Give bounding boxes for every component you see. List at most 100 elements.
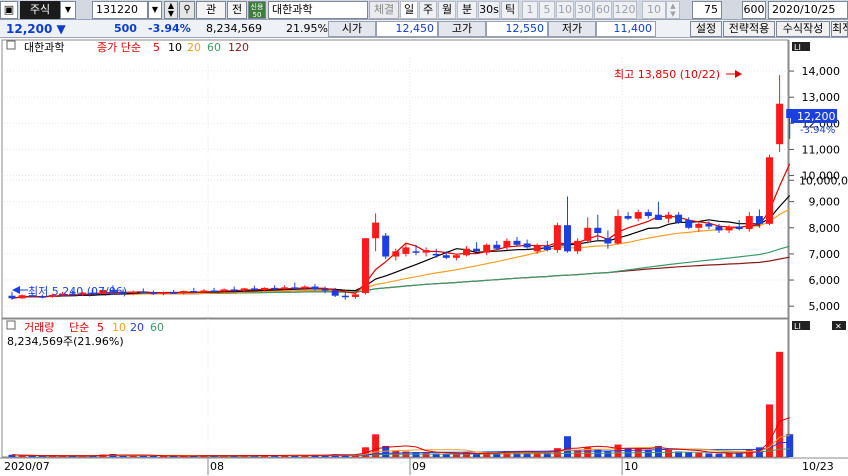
- custom-minute-input[interactable]: 10: [642, 1, 666, 19]
- x-tick-label: 2020/07: [4, 460, 50, 473]
- candle-body: [553, 225, 561, 250]
- candle-body: [351, 294, 359, 298]
- candle-body: [584, 227, 592, 241]
- candle-body: [180, 291, 188, 294]
- minute-30[interactable]: 30: [575, 1, 593, 19]
- price-tick-label: 8,000: [809, 222, 841, 235]
- legend-ma120: 120: [228, 41, 249, 54]
- price-tick-label: 13,000: [802, 91, 841, 104]
- price-tick-label: 9,000: [809, 196, 841, 209]
- candle-body: [341, 295, 349, 298]
- settings-button[interactable]: 설정: [690, 21, 722, 37]
- candle-body: [685, 219, 693, 228]
- candle-body: [503, 240, 511, 248]
- candle-body: [301, 286, 309, 289]
- period-tick[interactable]: 틱: [501, 1, 519, 19]
- turnover-rate: 21.95%: [286, 22, 328, 35]
- candle-body: [735, 226, 743, 230]
- chegyeol-button[interactable]: 체결: [369, 1, 399, 19]
- price-tick-label: 7,000: [809, 248, 841, 261]
- minute-stepper-icon[interactable]: ▲ ▼: [666, 1, 680, 19]
- svg-text:LI: LI: [794, 322, 801, 331]
- minute-10[interactable]: 10: [556, 1, 574, 19]
- high-label: 고가: [438, 21, 486, 37]
- candle-body: [372, 222, 380, 239]
- candle-body: [452, 255, 460, 258]
- search-icon[interactable]: ⚲: [179, 1, 195, 19]
- minute-60[interactable]: 60: [594, 1, 612, 19]
- price-tick-label: 14,000: [802, 65, 841, 78]
- minute-1[interactable]: 1: [522, 1, 538, 19]
- period-30s[interactable]: 30s: [478, 1, 500, 19]
- candle-body: [675, 214, 683, 223]
- panel-menu-icon[interactable]: LI: [792, 42, 810, 52]
- period-day[interactable]: 일: [400, 1, 418, 19]
- code-dropdown-icon[interactable]: ▼: [148, 1, 162, 19]
- price-tick-label: 11,000: [802, 143, 841, 156]
- candle-body: [766, 157, 773, 224]
- candle-body: [321, 289, 329, 291]
- volume-bar: [38, 456, 46, 457]
- volume-bar: [705, 453, 713, 457]
- price-info-bar: 12,200 ▼ 500 -3.94% 8,234,569 21.95% 시가 …: [0, 20, 848, 38]
- chevron-down-icon[interactable]: ▼: [60, 1, 76, 19]
- period-week[interactable]: 주: [419, 1, 437, 19]
- candle-body: [311, 286, 319, 290]
- legend-box-icon: [6, 40, 16, 50]
- current-price-tag-pct: -3.94%: [800, 125, 835, 136]
- x-tick-label: 10: [624, 460, 638, 473]
- volume-legend-prefix: 단순: [69, 321, 89, 334]
- candle-body: [755, 216, 763, 224]
- candle-body: [715, 226, 723, 231]
- candle-body: [473, 248, 481, 252]
- legend-stock-name: 대한과학: [24, 41, 64, 54]
- stock-code-input[interactable]: 131220: [92, 1, 148, 19]
- candle-body: [614, 216, 622, 244]
- chart-type-icon[interactable]: ▣: [0, 1, 18, 19]
- volume-bar: [766, 404, 773, 457]
- candle-body: [776, 103, 784, 145]
- price-panel: [1, 39, 789, 319]
- volume-bar: [452, 454, 460, 457]
- volume-info: 8,234,569주(21.96%): [7, 335, 124, 348]
- count-input-a[interactable]: 75: [692, 1, 722, 19]
- optimize-button[interactable]: 최적: [831, 21, 848, 37]
- high-value: 12,550: [486, 21, 548, 37]
- formula-button[interactable]: 수식작성: [776, 21, 830, 37]
- stepper-icon[interactable]: ▲ ▼: [164, 1, 178, 19]
- legend-ma60: 60: [207, 41, 221, 54]
- volume-bar: [422, 452, 430, 457]
- period-minute[interactable]: 분: [457, 1, 477, 19]
- price-legend: 대한과학 종가 단순 5 10 20 60 120: [6, 40, 249, 54]
- count-input-b[interactable]: 600: [742, 1, 766, 19]
- candle-body: [271, 287, 279, 290]
- candle-body: [230, 289, 238, 291]
- minute-5[interactable]: 5: [539, 1, 555, 19]
- strategy-button[interactable]: 전략적용: [723, 21, 775, 37]
- candle-body: [665, 214, 672, 219]
- candle-body: [129, 291, 137, 294]
- svg-text:LI: LI: [794, 43, 801, 52]
- volume-bar: [139, 455, 147, 457]
- period-month[interactable]: 월: [438, 1, 456, 19]
- market-select[interactable]: 주식: [20, 1, 60, 19]
- stock-name-field: 대한과학: [268, 1, 368, 19]
- volume-panel-menu-icon[interactable]: LI: [792, 321, 810, 331]
- legend-ma20: 20: [187, 41, 201, 54]
- volume-bar: [695, 452, 703, 457]
- credit-badge-bottom: 50: [252, 11, 262, 19]
- credit-badge: 신용 50: [248, 1, 266, 19]
- jeon-button[interactable]: 전: [227, 1, 247, 19]
- candle-body: [654, 214, 662, 220]
- volume-bar: [786, 434, 794, 457]
- max-price-note: 최고 13,850 (10/22): [614, 68, 720, 81]
- date-input[interactable]: 2020/10/25: [768, 1, 848, 19]
- kwan-button[interactable]: 관: [196, 1, 226, 19]
- volume-bar: [725, 453, 733, 457]
- candle-body: [432, 253, 440, 256]
- minute-120[interactable]: 120: [613, 1, 637, 19]
- candle-body: [220, 289, 228, 292]
- candle-body: [18, 295, 26, 299]
- candle-body: [705, 223, 713, 227]
- volume-panel-close-icon[interactable]: ✕: [832, 321, 846, 331]
